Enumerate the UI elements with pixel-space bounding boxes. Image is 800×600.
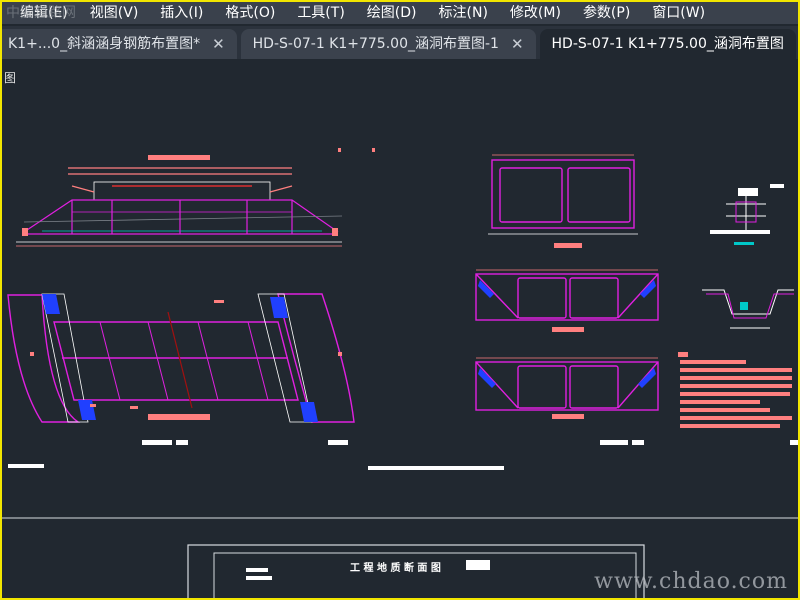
tab-skew-culvert-rebar[interactable]: K1+...0_斜涵涵身钢筋布置图* ✕ — [2, 29, 237, 59]
culvert-elevation-view — [16, 155, 343, 247]
menu-insert[interactable]: 插入(I) — [149, 2, 214, 24]
tab-label: HD-S-07-1 K1+775.00_涵洞布置图 — [551, 36, 784, 52]
culvert-cross-section-top — [488, 154, 638, 248]
culvert-plan-view — [7, 293, 355, 468]
culvert-section-bottom — [475, 357, 659, 445]
notes-text-block — [678, 352, 798, 445]
site-watermark: www.chdao.com — [594, 569, 788, 594]
menu-bar: 中国道路网 编辑(E) 视图(V) 插入(I) 格式(O) 工具(T) 绘图(D… — [2, 2, 798, 24]
tab-label: HD-S-07-1 K1+775.00_涵洞布置图-1 — [252, 36, 499, 52]
menu-dimension[interactable]: 标注(N) — [428, 2, 499, 24]
close-icon[interactable]: ✕ — [212, 29, 225, 59]
tab-label: K1+...0_斜涵涵身钢筋布置图* — [8, 36, 201, 52]
drawing-canvas[interactable]: 图 工 程 地 质 断 面 图 www.chdao.com — [2, 59, 798, 598]
menu-tools[interactable]: 工具(T) — [286, 2, 355, 24]
title-block-text: 工 程 地 质 断 面 图 — [350, 561, 441, 574]
menu-draw[interactable]: 绘图(D) — [356, 2, 428, 24]
detail-rebar-joint — [710, 184, 784, 245]
detail-channel-section — [702, 289, 794, 329]
document-tab-bar: K1+...0_斜涵涵身钢筋布置图* ✕ HD-S-07-1 K1+775.00… — [2, 26, 798, 59]
cad-drawing: 工 程 地 质 断 面 图 — [2, 148, 798, 598]
menu-format[interactable]: 格式(O) — [214, 2, 286, 24]
tab-culvert-layout-1[interactable]: HD-S-07-1 K1+775.00_涵洞布置图-1 ✕ — [240, 29, 536, 59]
top-watermark: 中国道路网 — [6, 5, 76, 21]
tab-culvert-layout[interactable]: HD-S-07-1 K1+775.00_涵洞布置图 — [539, 29, 796, 59]
scale-bar — [368, 466, 504, 470]
dimension-markers — [30, 148, 375, 409]
close-icon[interactable]: ✕ — [511, 29, 524, 59]
menu-modify[interactable]: 修改(M) — [499, 2, 572, 24]
menu-window[interactable]: 窗口(W) — [641, 2, 716, 24]
menu-parameters[interactable]: 参数(P) — [572, 2, 641, 24]
culvert-section-middle — [475, 269, 659, 332]
app-window: 中国道路网 编辑(E) 视图(V) 插入(I) 格式(O) 工具(T) 绘图(D… — [0, 0, 800, 600]
menu-view[interactable]: 视图(V) — [79, 2, 150, 24]
